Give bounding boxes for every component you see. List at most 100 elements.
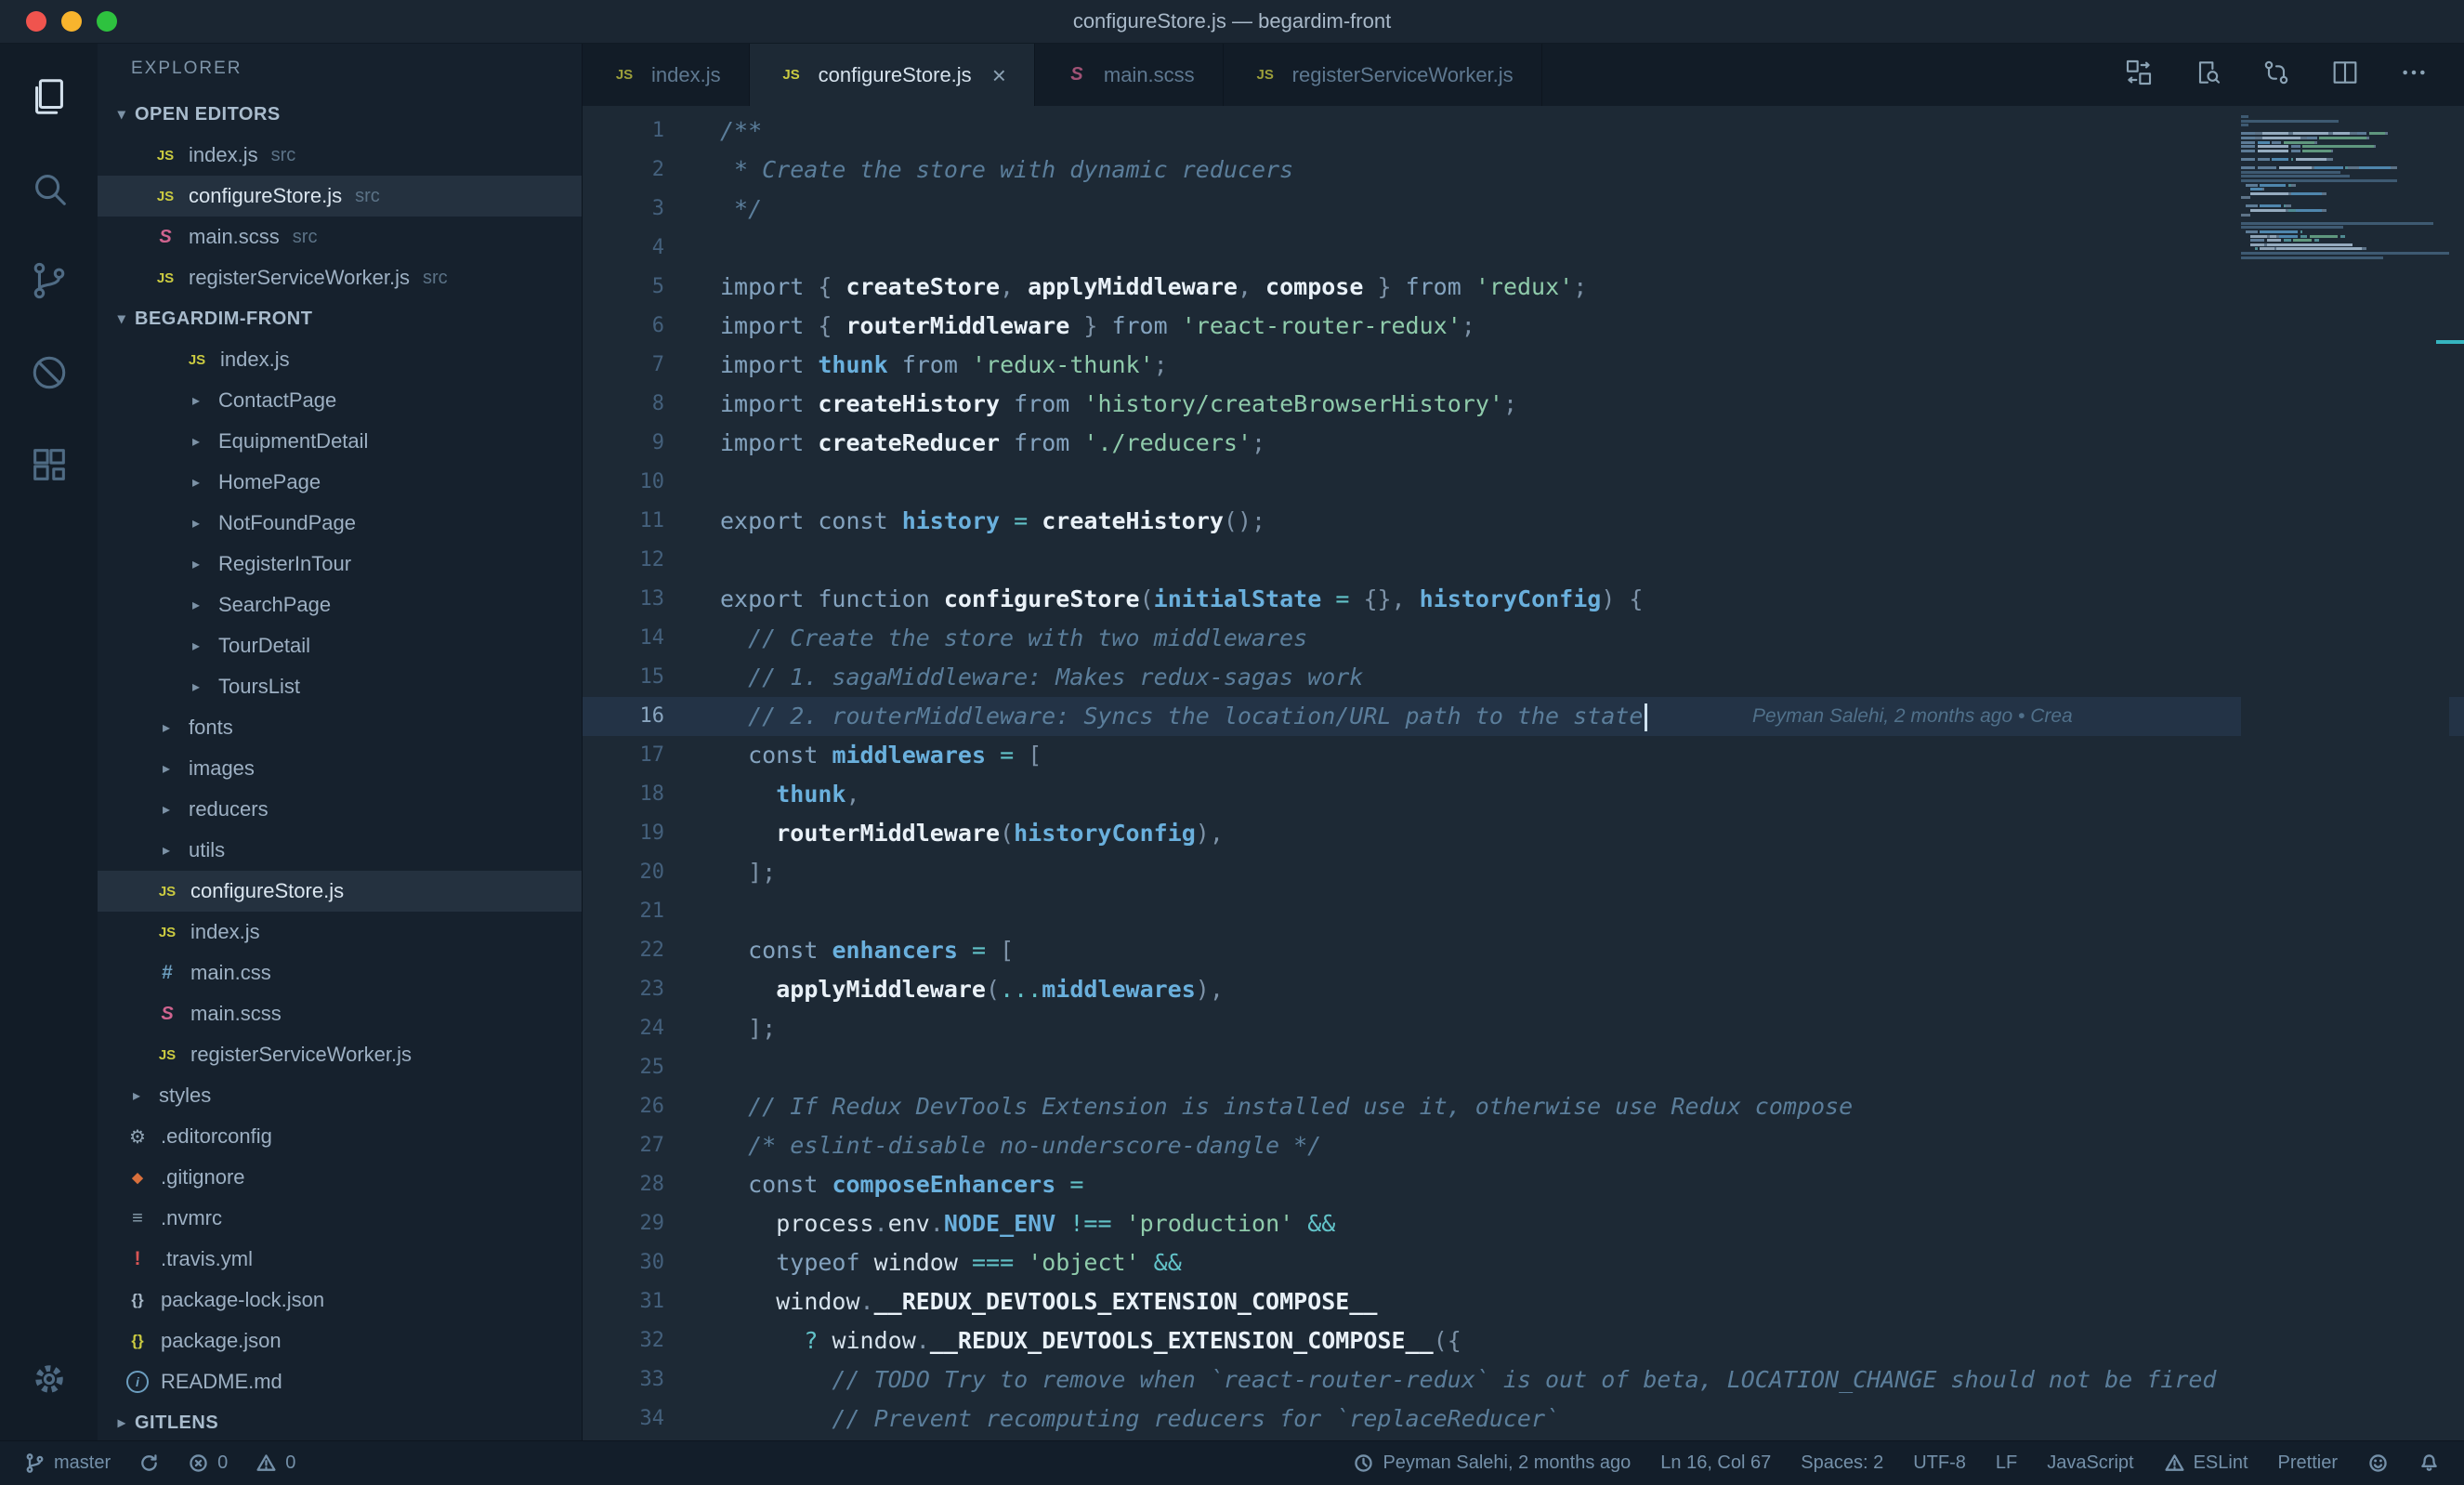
tab-main-scss[interactable]: Smain.scss: [1035, 44, 1224, 106]
tree-item-registerserviceworker-js[interactable]: JSregisterServiceWorker.js: [98, 1034, 582, 1075]
gitlens-header[interactable]: ▸ GITLENS: [98, 1402, 582, 1440]
code-line-14[interactable]: 14 // Create the store with two middlewa…: [583, 619, 2464, 658]
status-prettier[interactable]: Prettier: [2278, 1452, 2338, 1474]
open-editor-index-js[interactable]: JSindex.jssrc: [98, 135, 582, 176]
tree-folder-tourslist[interactable]: ▸ToursList: [98, 666, 582, 707]
tree-item-main-scss[interactable]: Smain.scss: [98, 993, 582, 1034]
tree-folder-styles[interactable]: ▸styles: [98, 1075, 582, 1116]
split-editor-button[interactable]: [2330, 58, 2360, 92]
code-line-15[interactable]: 15 // 1. sagaMiddleware: Makes redux-sag…: [583, 658, 2464, 697]
tree-folder-reducers[interactable]: ▸reducers: [98, 789, 582, 830]
code-line-26[interactable]: 26 // If Redux DevTools Extension is ins…: [583, 1087, 2464, 1126]
status-feedback[interactable]: [2367, 1452, 2389, 1474]
open-editor-main-scss[interactable]: Smain.scsssrc: [98, 217, 582, 257]
code-line-31[interactable]: 31 window.__REDUX_DEVTOOLS_EXTENSION_COM…: [583, 1282, 2464, 1321]
activity-item-explorer[interactable]: [0, 53, 98, 145]
code-line-28[interactable]: 28 const composeEnhancers =: [583, 1165, 2464, 1204]
tree-item-travis-yml[interactable]: !.travis.yml: [98, 1239, 582, 1280]
tree-item-readme-md[interactable]: iREADME.md: [98, 1361, 582, 1402]
tree-item-gitignore[interactable]: ◆.gitignore: [98, 1157, 582, 1198]
status-language-mode[interactable]: JavaScript: [2047, 1452, 2133, 1474]
tree-item-nvmrc[interactable]: ≡.nvmrc: [98, 1198, 582, 1239]
code-line-11[interactable]: 11export const history = createHistory()…: [583, 502, 2464, 541]
tree-item-index-js[interactable]: JSindex.js: [98, 912, 582, 953]
status-eol[interactable]: LF: [1996, 1452, 2017, 1474]
tree-folder-searchpage[interactable]: ▸SearchPage: [98, 585, 582, 625]
search-history-button[interactable]: [2193, 58, 2222, 92]
code-line-27[interactable]: 27 /* eslint-disable no-underscore-dangl…: [583, 1126, 2464, 1165]
activity-item-search[interactable]: [0, 145, 98, 237]
code-line-16[interactable]: 16 // 2. routerMiddleware: Syncs the loc…: [583, 697, 2464, 736]
open-editor-registerserviceworker-js[interactable]: JSregisterServiceWorker.jssrc: [98, 257, 582, 298]
code-line-9[interactable]: 9import createReducer from './reducers';: [583, 424, 2464, 463]
more-actions-button[interactable]: [2399, 58, 2429, 92]
code-line-8[interactable]: 8import createHistory from 'history/crea…: [583, 385, 2464, 424]
status-eslint[interactable]: ESLint: [2164, 1452, 2248, 1474]
code-line-6[interactable]: 6import { routerMiddleware } from 'react…: [583, 307, 2464, 346]
tab-registerserviceworker-js[interactable]: JSregisterServiceWorker.js: [1224, 44, 1542, 106]
status-encoding[interactable]: UTF-8: [1913, 1452, 1966, 1474]
activity-item-debug[interactable]: [0, 329, 98, 421]
tree-item-index-js[interactable]: JSindex.js: [98, 339, 582, 380]
status-warnings[interactable]: 0: [256, 1452, 295, 1474]
activity-item-settings[interactable]: [0, 1335, 98, 1427]
tree-folder-homepage[interactable]: ▸HomePage: [98, 462, 582, 503]
tree-folder-contactpage[interactable]: ▸ContactPage: [98, 380, 582, 421]
tree-folder-equipmentdetail[interactable]: ▸EquipmentDetail: [98, 421, 582, 462]
code-line-21[interactable]: 21: [583, 892, 2464, 931]
status-errors[interactable]: 0: [188, 1452, 228, 1474]
close-icon[interactable]: ×: [992, 63, 1006, 87]
tree-folder-images[interactable]: ▸images: [98, 748, 582, 789]
code-line-33[interactable]: 33 // TODO Try to remove when `react-rou…: [583, 1360, 2464, 1400]
tree-folder-utils[interactable]: ▸utils: [98, 830, 582, 871]
code-line-10[interactable]: 10: [583, 463, 2464, 502]
status-cursor-position[interactable]: Ln 16, Col 67: [1660, 1452, 1771, 1474]
code-line-5[interactable]: 5import { createStore, applyMiddleware, …: [583, 268, 2464, 307]
code-line-19[interactable]: 19 routerMiddleware(historyConfig),: [583, 814, 2464, 853]
tree-folder-fonts[interactable]: ▸fonts: [98, 707, 582, 748]
workspace-root-header[interactable]: ▾ BEGARDIM-FRONT: [98, 298, 582, 339]
editor-pane[interactable]: 1/**2 * Create the store with dynamic re…: [583, 106, 2464, 1440]
git-compare-button[interactable]: [2261, 58, 2291, 92]
open-changes-button[interactable]: [2124, 58, 2154, 92]
code-line-2[interactable]: 2 * Create the store with dynamic reduce…: [583, 151, 2464, 190]
status-sync[interactable]: [138, 1452, 160, 1474]
activity-item-extensions[interactable]: [0, 421, 98, 513]
status-gitlens-blame[interactable]: Peyman Salehi, 2 months ago: [1353, 1452, 1631, 1474]
code-line-29[interactable]: 29 process.env.NODE_ENV !== 'production'…: [583, 1204, 2464, 1243]
code-line-12[interactable]: 12: [583, 541, 2464, 580]
status-git-branch[interactable]: master: [24, 1452, 111, 1474]
activity-item-source-control[interactable]: [0, 237, 98, 329]
code-line-32[interactable]: 32 ? window.__REDUX_DEVTOOLS_EXTENSION_C…: [583, 1321, 2464, 1360]
code-line-20[interactable]: 20 ];: [583, 853, 2464, 892]
status-indentation[interactable]: Spaces: 2: [1801, 1452, 1883, 1474]
code-line-30[interactable]: 30 typeof window === 'object' &&: [583, 1243, 2464, 1282]
code-line-3[interactable]: 3 */: [583, 190, 2464, 229]
tab-configurestore-js[interactable]: JSconfigureStore.js×: [750, 44, 1035, 106]
open-editor-configurestore-js[interactable]: JSconfigureStore.jssrc: [98, 176, 582, 217]
minimap[interactable]: [2241, 106, 2449, 1440]
code-line-23[interactable]: 23 applyMiddleware(...middlewares),: [583, 970, 2464, 1009]
tab-index-js[interactable]: JSindex.js: [583, 44, 750, 106]
tree-folder-tourdetail[interactable]: ▸TourDetail: [98, 625, 582, 666]
code-line-22[interactable]: 22 const enhancers = [: [583, 931, 2464, 970]
code-line-34[interactable]: 34 // Prevent recomputing reducers for `…: [583, 1400, 2464, 1439]
code-line-7[interactable]: 7import thunk from 'redux-thunk';: [583, 346, 2464, 385]
status-notifications[interactable]: [2418, 1452, 2440, 1474]
tree-folder-notfoundpage[interactable]: ▸NotFoundPage: [98, 503, 582, 544]
tree-folder-registerintour[interactable]: ▸RegisterInTour: [98, 544, 582, 585]
code-line-17[interactable]: 17 const middlewares = [: [583, 736, 2464, 775]
code-line-18[interactable]: 18 thunk,: [583, 775, 2464, 814]
tree-item-package-lock-json[interactable]: {}package-lock.json: [98, 1280, 582, 1321]
code-line-24[interactable]: 24 ];: [583, 1009, 2464, 1048]
tree-item-configurestore-js[interactable]: JSconfigureStore.js: [98, 871, 582, 912]
code-line-13[interactable]: 13export function configureStore(initial…: [583, 580, 2464, 619]
tree-item-editorconfig[interactable]: ⚙.editorconfig: [98, 1116, 582, 1157]
code-line-4[interactable]: 4: [583, 229, 2464, 268]
open-editors-header[interactable]: ▾ OPEN EDITORS: [98, 94, 582, 135]
tree-item-main-css[interactable]: #main.css: [98, 953, 582, 993]
tree-item-package-json[interactable]: {}package.json: [98, 1321, 582, 1361]
zoom-window-button[interactable]: [97, 11, 117, 32]
minimize-window-button[interactable]: [61, 11, 82, 32]
code-line-1[interactable]: 1/**: [583, 112, 2464, 151]
